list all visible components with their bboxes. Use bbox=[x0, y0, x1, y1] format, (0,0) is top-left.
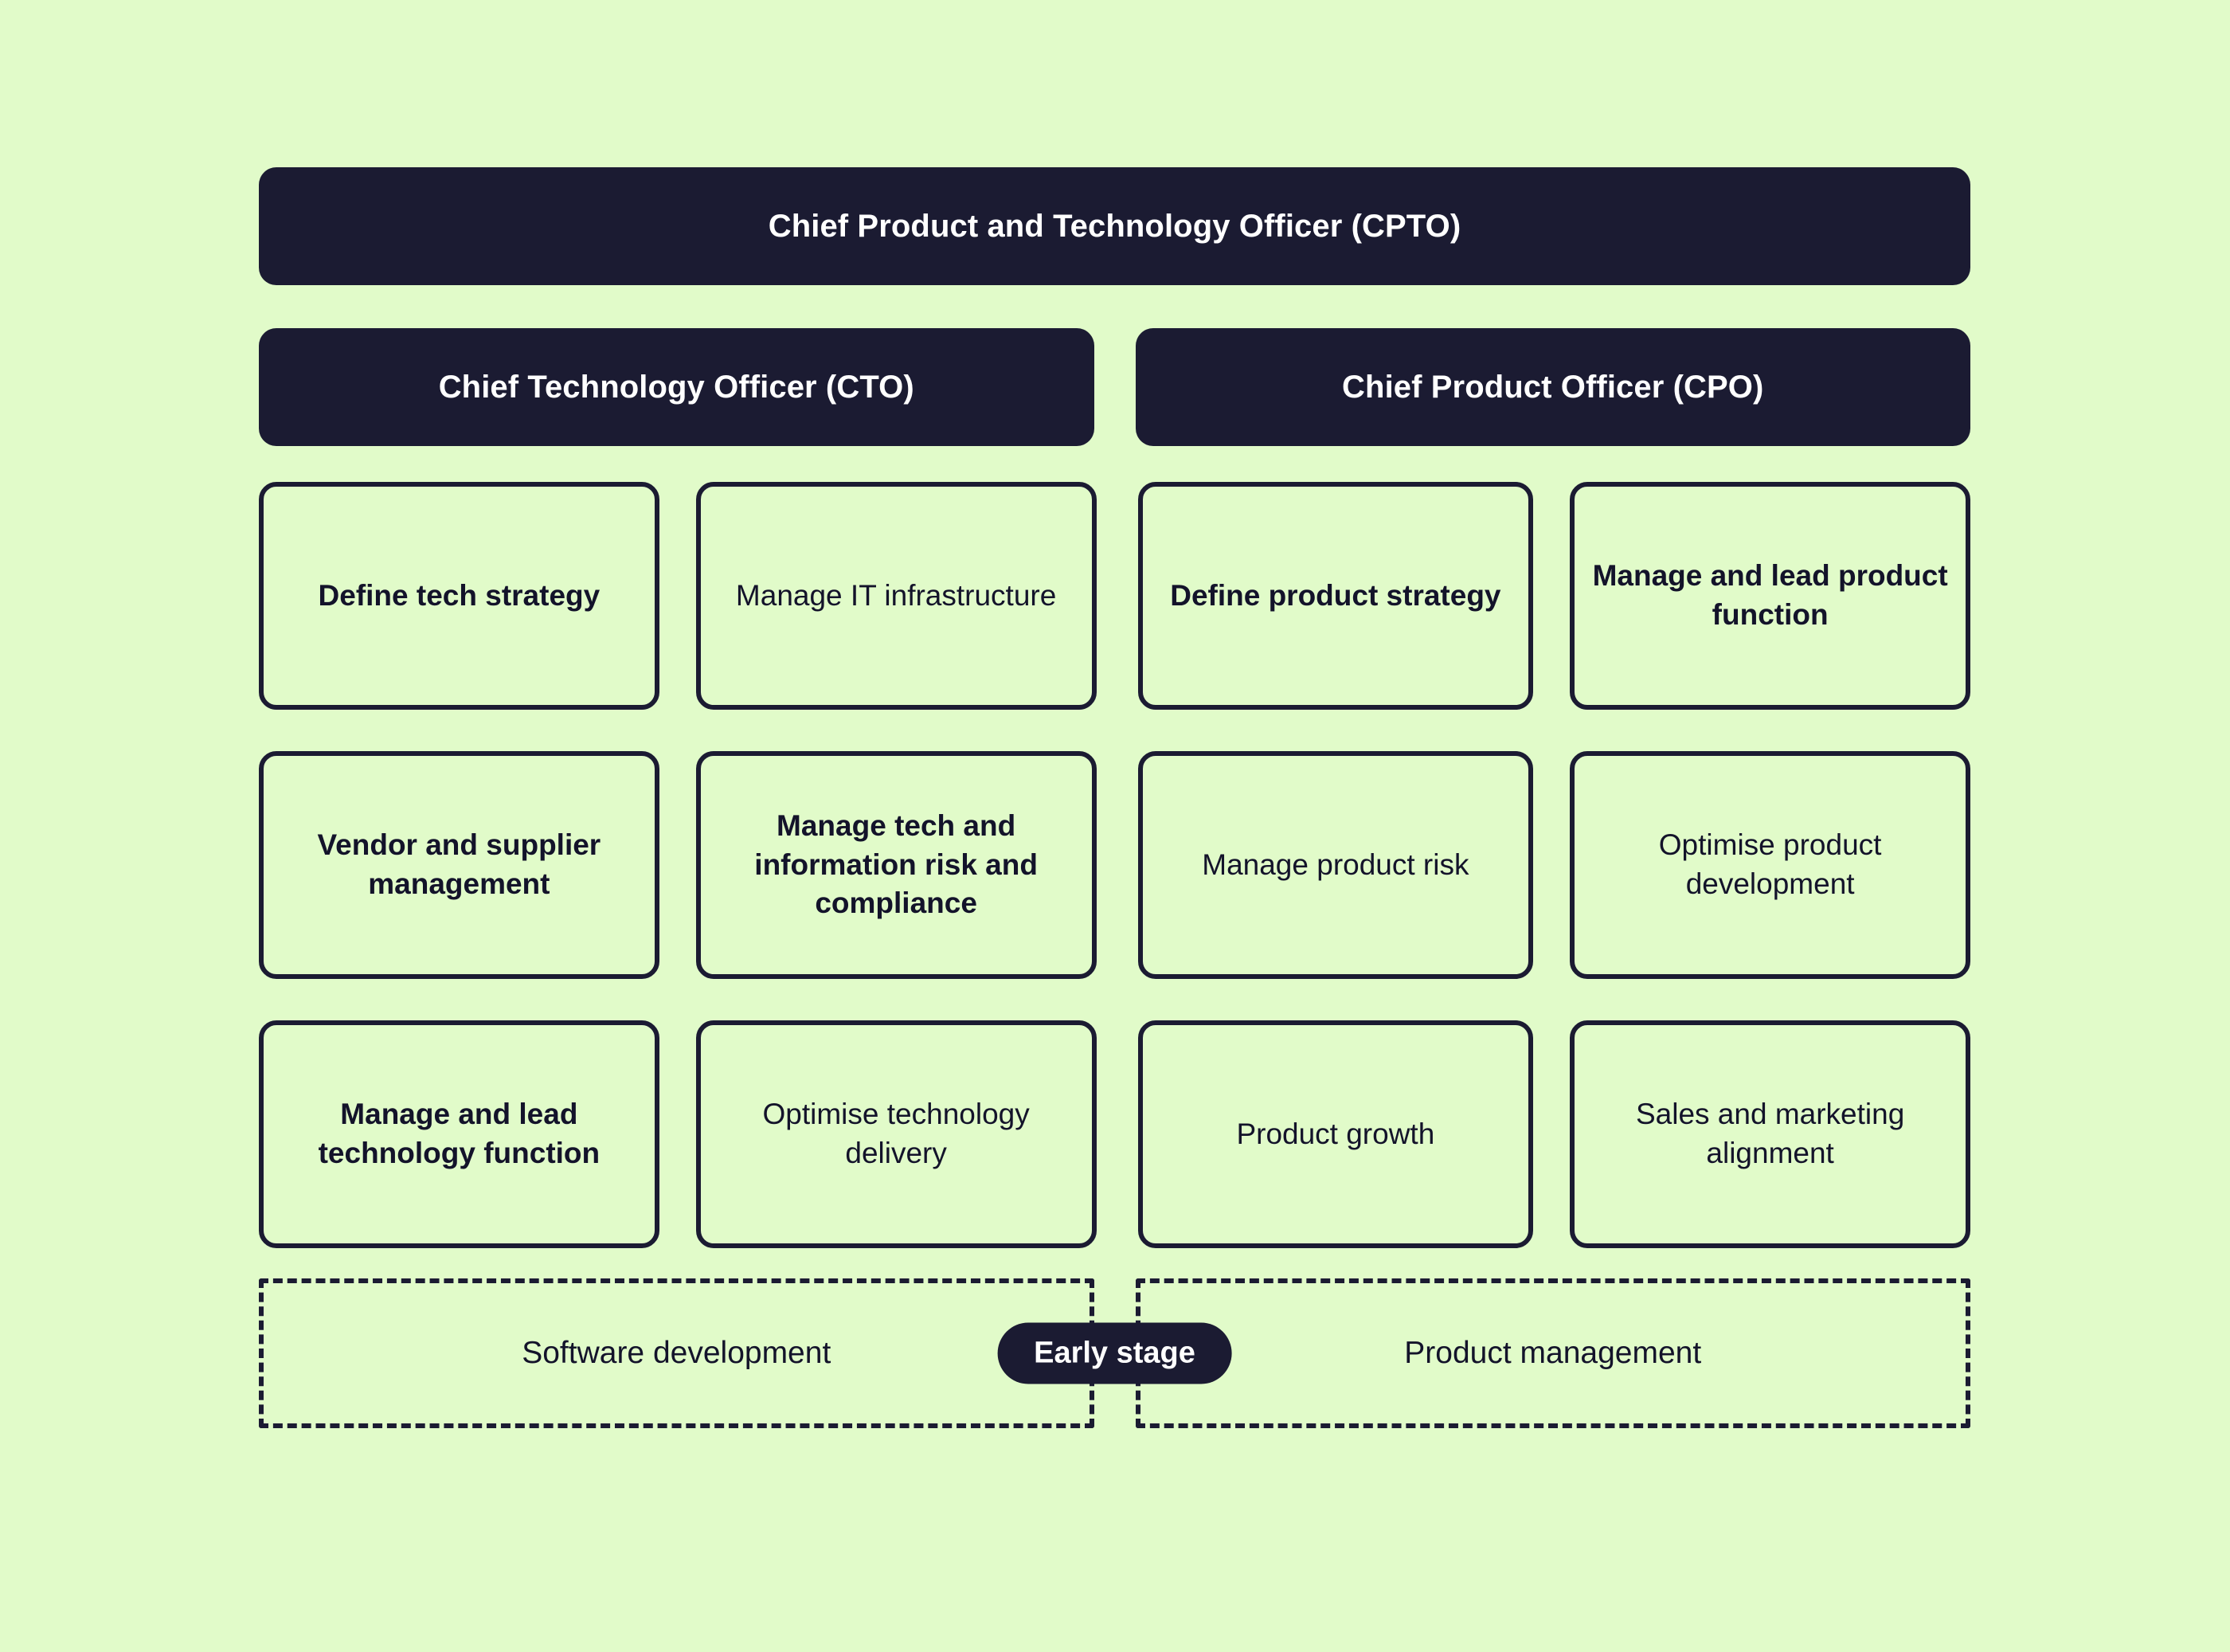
duty-card: Sales and marketing alignment bbox=[1570, 1020, 1970, 1248]
duty-card: Manage and lead technology function bbox=[259, 1020, 659, 1248]
duty-card: Product growth bbox=[1137, 1020, 1534, 1248]
duty-card: Manage tech and information risk and com… bbox=[695, 751, 1097, 979]
duty-card: Manage IT infrastructure bbox=[695, 482, 1097, 710]
duty-card: Optimise technology delivery bbox=[695, 1020, 1097, 1248]
org-chart: Chief Product and Technology Officer (CP… bbox=[259, 167, 1970, 1428]
duty-card: Manage and lead product function bbox=[1570, 482, 1970, 710]
stage-zone-product-management: Product management bbox=[1135, 1278, 1970, 1428]
cto-header-bar: Chief Technology Officer (CTO) bbox=[259, 328, 1094, 446]
duty-card: Define product strategy bbox=[1137, 482, 1534, 710]
early-stage-badge: Early stage bbox=[997, 1322, 1232, 1384]
stage-zone-software-development: Software development bbox=[259, 1278, 1094, 1428]
cpto-header-bar: Chief Product and Technology Officer (CP… bbox=[259, 167, 1970, 285]
duty-card: Manage product risk bbox=[1137, 751, 1534, 979]
stage-band: Software development Product management … bbox=[259, 1278, 1970, 1428]
duty-card: Optimise product development bbox=[1570, 751, 1970, 979]
duty-card-grid: Define tech strategy Manage IT infrastru… bbox=[259, 482, 1970, 1248]
cpo-header-bar: Chief Product Officer (CPO) bbox=[1135, 328, 1970, 446]
duty-card: Define tech strategy bbox=[259, 482, 659, 710]
duty-card: Vendor and supplier management bbox=[259, 751, 659, 979]
officer-row: Chief Technology Officer (CTO) Chief Pro… bbox=[259, 328, 1970, 446]
